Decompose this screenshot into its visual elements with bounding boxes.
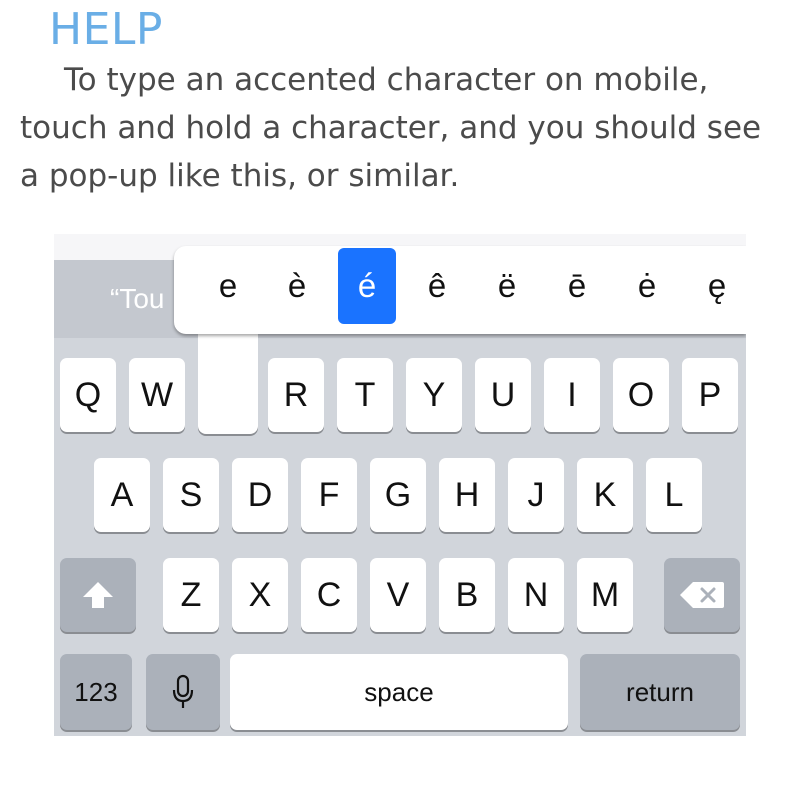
numbers-key[interactable]: 123 xyxy=(60,654,132,730)
key-n[interactable]: N xyxy=(508,558,564,632)
key-z[interactable]: Z xyxy=(163,558,219,632)
help-instructions-text: To type an accented character on mobile,… xyxy=(20,62,762,194)
delete-key[interactable] xyxy=(664,558,740,632)
key-h[interactable]: H xyxy=(439,458,495,532)
held-key-e[interactable] xyxy=(198,324,258,434)
backspace-icon xyxy=(680,582,724,608)
accent-option[interactable]: ė xyxy=(618,248,676,324)
return-key[interactable]: return xyxy=(580,654,740,730)
key-u[interactable]: U xyxy=(475,358,531,432)
suggestion-text[interactable]: “Tou xyxy=(110,283,164,315)
key-x[interactable]: X xyxy=(232,558,288,632)
microphone-icon xyxy=(172,674,194,708)
key-m[interactable]: M xyxy=(577,558,633,632)
shift-key[interactable] xyxy=(60,558,136,632)
accent-option[interactable]: ē xyxy=(548,248,606,324)
help-title: HELP xyxy=(49,4,163,55)
ios-keyboard: “Tou Q W R T Y U I O P A S D F G H J K L… xyxy=(54,234,746,736)
key-t[interactable]: T xyxy=(337,358,393,432)
dictation-key[interactable] xyxy=(146,654,220,730)
accent-option[interactable]: ë xyxy=(478,248,536,324)
key-k[interactable]: K xyxy=(577,458,633,532)
key-q[interactable]: Q xyxy=(60,358,116,432)
key-f[interactable]: F xyxy=(301,458,357,532)
key-y[interactable]: Y xyxy=(406,358,462,432)
key-r[interactable]: R xyxy=(268,358,324,432)
key-b[interactable]: B xyxy=(439,558,495,632)
accent-option[interactable]: ę xyxy=(688,248,746,324)
key-a[interactable]: A xyxy=(94,458,150,532)
key-d[interactable]: D xyxy=(232,458,288,532)
key-v[interactable]: V xyxy=(370,558,426,632)
space-key[interactable]: space xyxy=(230,654,568,730)
key-g[interactable]: G xyxy=(370,458,426,532)
key-i[interactable]: I xyxy=(544,358,600,432)
key-c[interactable]: C xyxy=(301,558,357,632)
accent-option-selected[interactable]: é xyxy=(338,248,396,324)
accent-option[interactable]: è xyxy=(268,248,326,324)
key-j[interactable]: J xyxy=(508,458,564,532)
help-instructions: To type an accented character on mobile,… xyxy=(20,56,780,200)
key-o[interactable]: O xyxy=(613,358,669,432)
key-s[interactable]: S xyxy=(163,458,219,532)
accent-option[interactable]: ê xyxy=(408,248,466,324)
shift-arrow-icon xyxy=(83,582,113,608)
key-w[interactable]: W xyxy=(129,358,185,432)
key-l[interactable]: L xyxy=(646,458,702,532)
key-p[interactable]: P xyxy=(682,358,738,432)
accent-option[interactable]: e xyxy=(199,248,257,324)
